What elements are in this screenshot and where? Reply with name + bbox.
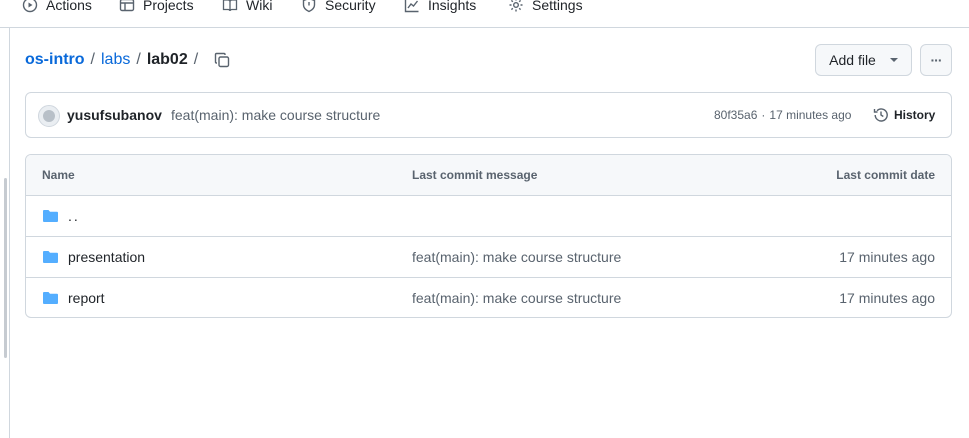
table-header: Name Last commit message Last commit dat… (26, 155, 951, 196)
meta-separator: · (761, 108, 766, 122)
book-icon (222, 0, 238, 13)
tab-insights[interactable]: Insights (404, 0, 476, 15)
tab-projects[interactable]: Projects (119, 0, 194, 15)
history-label: History (894, 108, 936, 122)
tab-label: Settings (532, 0, 583, 13)
tab-label: Insights (428, 0, 477, 13)
breadcrumb-repo-link[interactable]: os-intro (25, 51, 85, 69)
gear-icon (508, 0, 524, 13)
play-circle-icon (22, 0, 38, 13)
tab-wiki[interactable]: Wiki (222, 0, 272, 15)
history-button[interactable]: History (873, 107, 935, 123)
tab-label: Wiki (246, 0, 273, 13)
shield-icon (301, 0, 317, 13)
breadcrumb: os-intro / labs / lab02 / (25, 49, 204, 71)
column-header-date: Last commit date (836, 168, 935, 182)
file-commit-date: 17 minutes ago (839, 249, 935, 265)
table-row[interactable]: report feat(main): make course structure… (26, 278, 951, 317)
chevron-down-icon (889, 58, 898, 62)
folder-icon (43, 210, 58, 222)
scrollbar[interactable] (4, 178, 7, 358)
file-table: Name Last commit message Last commit dat… (25, 154, 952, 318)
file-name[interactable]: presentation (68, 249, 145, 265)
add-file-label: Add file (829, 52, 876, 68)
tab-label: Security (325, 0, 376, 13)
tab-actions[interactable]: Actions (22, 0, 92, 15)
breadcrumb-separator: / (90, 51, 95, 68)
column-header-message: Last commit message (412, 168, 538, 182)
history-icon (873, 107, 889, 123)
breadcrumb-current: lab02 (146, 51, 188, 68)
folder-icon (43, 251, 58, 263)
file-name[interactable]: .. (68, 208, 80, 224)
tab-security[interactable]: Security (301, 0, 376, 15)
commit-meta: 80f35a6 · 17 minutes ago (714, 108, 851, 122)
file-commit-date: 17 minutes ago (839, 290, 935, 306)
column-header-name: Name (42, 168, 75, 182)
more-options-button[interactable]: ··· (920, 44, 952, 76)
table-row-parent-directory[interactable]: .. (26, 196, 951, 237)
breadcrumb-separator: / (193, 51, 199, 68)
tab-label: Projects (143, 0, 194, 13)
kebab-horizontal-icon: ··· (930, 52, 943, 68)
copy-path-button[interactable] (211, 49, 233, 71)
avatar-image (43, 110, 55, 122)
graph-icon (404, 0, 420, 13)
table-row[interactable]: presentation feat(main): make course str… (26, 237, 951, 278)
commit-sha[interactable]: 80f35a6 (714, 108, 757, 122)
table-icon (119, 0, 135, 13)
file-commit-message[interactable]: feat(main): make course structure (412, 249, 621, 265)
tab-settings[interactable]: Settings (508, 0, 583, 15)
breadcrumb-labs-link[interactable]: labs (101, 51, 130, 69)
commit-author[interactable]: yusufsubanov (67, 107, 162, 123)
add-file-button[interactable]: Add file (815, 44, 912, 76)
copy-icon (214, 52, 230, 68)
file-commit-message[interactable]: feat(main): make course structure (412, 290, 621, 306)
latest-commit-box: yusufsubanov feat(main): make course str… (25, 92, 952, 138)
folder-icon (43, 292, 58, 304)
commit-message[interactable]: feat(main): make course structure (171, 107, 380, 123)
file-name[interactable]: report (68, 290, 105, 306)
commit-time: 17 minutes ago (769, 108, 852, 122)
breadcrumb-separator: / (136, 51, 141, 68)
repo-nav: Actions Projects Wiki Security Insights … (0, 0, 969, 28)
page-left-border (9, 28, 10, 438)
avatar[interactable] (38, 105, 60, 127)
tab-label: Actions (46, 0, 92, 13)
